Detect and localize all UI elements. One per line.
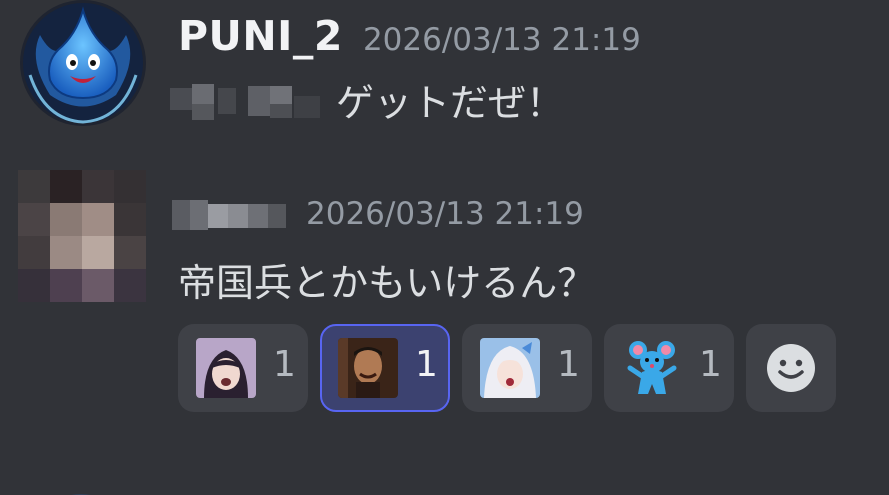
reaction-button[interactable]: 1 [604, 324, 734, 412]
next-message-avatar [36, 486, 126, 495]
redacted-mention [170, 82, 322, 122]
white-haired-girl-emoji [480, 338, 540, 398]
message-text: ゲットだぜ！ [336, 81, 565, 125]
reaction-button-active[interactable]: 1 [320, 324, 450, 412]
user-avatar[interactable] [18, 170, 146, 302]
timestamp: 2026/03/13 21:19 [362, 22, 641, 58]
add-reaction-button[interactable] [746, 324, 836, 412]
message-content: ゲットだぜ！ [170, 72, 564, 127]
timestamp: 2026/03/13 21:19 [306, 196, 584, 232]
message-text: 帝国兵とかもいけるん？ [178, 261, 596, 305]
reaction-count: 1 [557, 344, 580, 385]
reaction-count: 1 [415, 344, 438, 385]
message-header: 2026/03/13 21:19 [172, 196, 584, 238]
message-header: PUNI_2 2026/03/13 21:19 [178, 12, 641, 60]
man-laughing-emoji [338, 338, 398, 398]
message-item: PUNI_2 2026/03/13 21:19 ゲットだぜ！ [0, 0, 889, 150]
redacted-username [172, 196, 286, 232]
anime-girl-shocked-emoji [196, 338, 256, 398]
reaction-button[interactable]: 1 [462, 324, 592, 412]
reaction-count: 1 [699, 344, 722, 385]
blue-mouse-emoji [622, 338, 682, 398]
reaction-count: 1 [273, 344, 296, 385]
pixelated-avatar-icon [18, 170, 146, 302]
slime-icon [23, 3, 143, 124]
username[interactable]: PUNI_2 [178, 12, 343, 60]
user-avatar[interactable] [20, 0, 146, 126]
smiley-icon [767, 344, 815, 392]
reaction-button[interactable]: 1 [178, 324, 308, 412]
